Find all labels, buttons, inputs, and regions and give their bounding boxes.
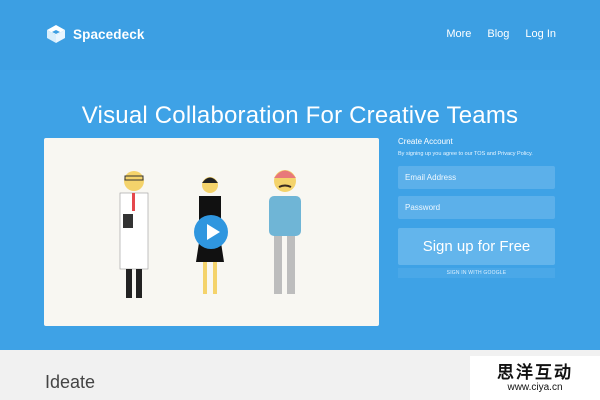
play-icon[interactable] xyxy=(193,214,229,250)
top-navbar: Spacedeck More Blog Log In xyxy=(0,0,600,70)
signup-button[interactable]: Sign up for Free xyxy=(398,228,555,266)
video-player[interactable] xyxy=(44,138,379,326)
main-nav: More Blog Log In xyxy=(446,28,556,40)
scientist-figure xyxy=(119,171,149,298)
logo[interactable]: Spacedeck xyxy=(46,24,144,44)
google-signin-link[interactable]: SIGN IN WITH GOOGLE xyxy=(398,268,555,279)
nav-login[interactable]: Log In xyxy=(525,28,556,40)
email-field[interactable] xyxy=(398,166,555,190)
spacedeck-logo-icon xyxy=(47,25,65,43)
watermark: 思洋互动 www.ciya.cn xyxy=(470,356,600,400)
logo-text: Spacedeck xyxy=(73,26,145,42)
signup-terms: By signing up you agree to our TOS and P… xyxy=(398,151,533,157)
watermark-title: 思洋互动 xyxy=(497,363,573,382)
nav-more[interactable]: More xyxy=(446,28,471,40)
signup-form: Create Account By signing up you agree t… xyxy=(398,137,555,279)
signup-title: Create Account xyxy=(398,137,453,146)
hero-title: Visual Collaboration For Creative Teams xyxy=(81,102,519,130)
nav-blog[interactable]: Blog xyxy=(487,28,509,40)
hipster-figure xyxy=(269,170,301,294)
watermark-url: www.ciya.cn xyxy=(507,382,563,393)
password-field[interactable] xyxy=(398,196,555,220)
section-heading: Ideate xyxy=(45,372,96,392)
